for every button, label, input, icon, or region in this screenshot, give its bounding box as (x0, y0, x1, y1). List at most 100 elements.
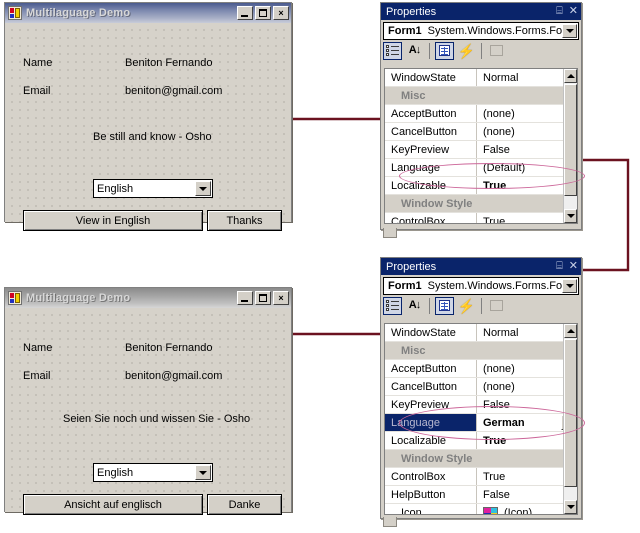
property-value[interactable]: (Icon) (477, 504, 577, 514)
chevron-down-icon[interactable] (562, 279, 577, 293)
close-icon[interactable]: ✕ (569, 6, 578, 17)
chevron-down-icon[interactable] (195, 181, 211, 196)
pane-tab[interactable] (383, 228, 397, 238)
close-button[interactable]: × (273, 6, 289, 20)
table-row[interactable]: HelpButton False (385, 486, 577, 504)
property-value[interactable]: Normal (477, 324, 577, 341)
minimize-button[interactable] (237, 6, 253, 20)
scroll-down-button[interactable] (564, 209, 577, 223)
alphabetical-button[interactable]: A↓ (405, 42, 424, 60)
table-row[interactable]: ControlBox True (385, 468, 577, 486)
close-button[interactable]: × (273, 291, 289, 305)
label-quote: Seien Sie noch und wissen Sie - Osho (63, 413, 251, 425)
chevron-down-icon[interactable] (562, 24, 577, 38)
pane-tab[interactable] (383, 517, 397, 527)
category-row[interactable]: Window Style (385, 450, 577, 468)
categorized-button[interactable] (383, 296, 402, 315)
property-value[interactable]: (Default) (477, 159, 577, 176)
table-row-icon[interactable]: Icon (Icon) (385, 504, 577, 514)
property-value[interactable]: (none) (477, 105, 577, 122)
form-design-surface[interactable]: Name Beniton Fernando Email beniton@gmai… (5, 23, 291, 231)
property-name: HelpButton (385, 486, 477, 503)
events-button[interactable]: ⚡ (457, 42, 476, 60)
property-value[interactable]: True (477, 213, 577, 224)
property-value[interactable]: (none) (477, 378, 577, 395)
chevron-down-icon[interactable] (195, 465, 211, 480)
categorized-icon (386, 44, 399, 57)
table-row[interactable]: AcceptButton (none) (385, 105, 577, 123)
scroll-up-button[interactable] (564, 69, 577, 83)
table-row[interactable]: WindowState Normal (385, 324, 577, 342)
properties-pane-top[interactable]: Properties ⌸ ✕ Form1 System.Windows.Form… (380, 2, 582, 238)
table-row[interactable]: WindowState Normal (385, 69, 577, 87)
table-row[interactable]: CancelButton (none) (385, 123, 577, 141)
alphabetical-button[interactable]: A↓ (405, 297, 424, 315)
table-row[interactable]: Language (Default) (385, 159, 577, 177)
object-selector-combobox[interactable]: Form1 System.Windows.Forms.Form (383, 22, 579, 40)
minimize-button[interactable] (237, 291, 253, 305)
form-window-english[interactable]: Multilaguage Demo × Name Beniton Fernand… (4, 2, 292, 231)
scrollbar-thumb[interactable] (564, 84, 577, 196)
form-design-surface[interactable]: Name Beniton Fernando Email beniton@gmai… (5, 308, 291, 515)
properties-button[interactable] (435, 296, 454, 315)
table-row[interactable]: KeyPreview False (385, 141, 577, 159)
form-titlebar[interactable]: Multilaguage Demo × (5, 288, 291, 308)
property-value[interactable]: Normal (477, 69, 577, 86)
object-selector-combobox[interactable]: Form1 System.Windows.Forms.Form (383, 277, 579, 295)
form-title: Multilaguage Demo (26, 292, 131, 304)
pin-icon[interactable]: ⌸ (556, 261, 563, 272)
property-pages-button[interactable] (487, 297, 506, 315)
categorized-icon (386, 299, 399, 312)
close-icon[interactable]: ✕ (569, 261, 578, 272)
property-grid[interactable]: WindowState Normal Misc AcceptButton (no… (384, 68, 578, 224)
window-controls[interactable]: × (237, 6, 289, 20)
form-titlebar[interactable]: Multilaguage Demo × (5, 3, 291, 23)
property-value[interactable]: False (477, 141, 577, 158)
scrollbar-thumb[interactable] (564, 339, 577, 487)
table-row[interactable]: KeyPreview False (385, 396, 577, 414)
property-value[interactable]: False (477, 396, 577, 413)
danke-button[interactable]: Danke (207, 494, 282, 515)
maximize-button[interactable] (255, 6, 271, 20)
property-value[interactable]: True (477, 432, 577, 449)
property-grid-scrollbar[interactable] (563, 69, 577, 223)
properties-toolbar[interactable]: A↓ ⚡ (381, 40, 581, 61)
table-row-localizable[interactable]: Localizable True (385, 432, 577, 450)
property-value[interactable]: (none) (477, 123, 577, 140)
window-controls[interactable]: × (237, 291, 289, 305)
toolbar-separator (481, 297, 482, 314)
property-value[interactable]: False (477, 486, 577, 503)
thanks-button[interactable]: Thanks (207, 210, 282, 231)
category-row[interactable]: Window Style (385, 195, 577, 213)
properties-button[interactable] (435, 41, 454, 60)
table-row-language[interactable]: Language German (385, 414, 577, 432)
categorized-button[interactable] (383, 41, 402, 60)
table-row[interactable]: CancelButton (none) (385, 378, 577, 396)
category-row[interactable]: Misc (385, 87, 577, 105)
property-value[interactable]: True (477, 177, 577, 194)
pin-icon[interactable]: ⌸ (556, 6, 563, 17)
property-pages-button[interactable] (487, 42, 506, 60)
properties-icon (439, 45, 450, 56)
property-value[interactable]: True (477, 468, 577, 485)
object-type: System.Windows.Forms.Form (427, 25, 575, 37)
property-value[interactable]: German (477, 414, 577, 431)
ansicht-auf-englisch-button[interactable]: Ansicht auf englisch (23, 494, 203, 515)
table-row-localizable[interactable]: Localizable True (385, 177, 577, 195)
view-in-english-button[interactable]: View in English (23, 210, 203, 231)
table-row[interactable]: AcceptButton (none) (385, 360, 577, 378)
scroll-up-button[interactable] (564, 324, 577, 338)
property-grid[interactable]: WindowState Normal Misc AcceptButton (no… (384, 323, 578, 515)
events-button[interactable]: ⚡ (457, 297, 476, 315)
properties-pane-bottom[interactable]: Properties ⌸ ✕ Form1 System.Windows.Form… (380, 257, 582, 527)
scroll-down-button[interactable] (564, 500, 577, 514)
table-row[interactable]: ControlBox True (385, 213, 577, 224)
language-combobox[interactable]: English (93, 179, 213, 198)
category-row[interactable]: Misc (385, 342, 577, 360)
form-window-german[interactable]: Multilaguage Demo × Name Beniton Fernand… (4, 287, 292, 515)
property-grid-scrollbar[interactable] (563, 324, 577, 514)
property-value[interactable]: (none) (477, 360, 577, 377)
language-combobox[interactable]: English (93, 463, 213, 482)
maximize-button[interactable] (255, 291, 271, 305)
properties-toolbar[interactable]: A↓ ⚡ (381, 295, 581, 316)
